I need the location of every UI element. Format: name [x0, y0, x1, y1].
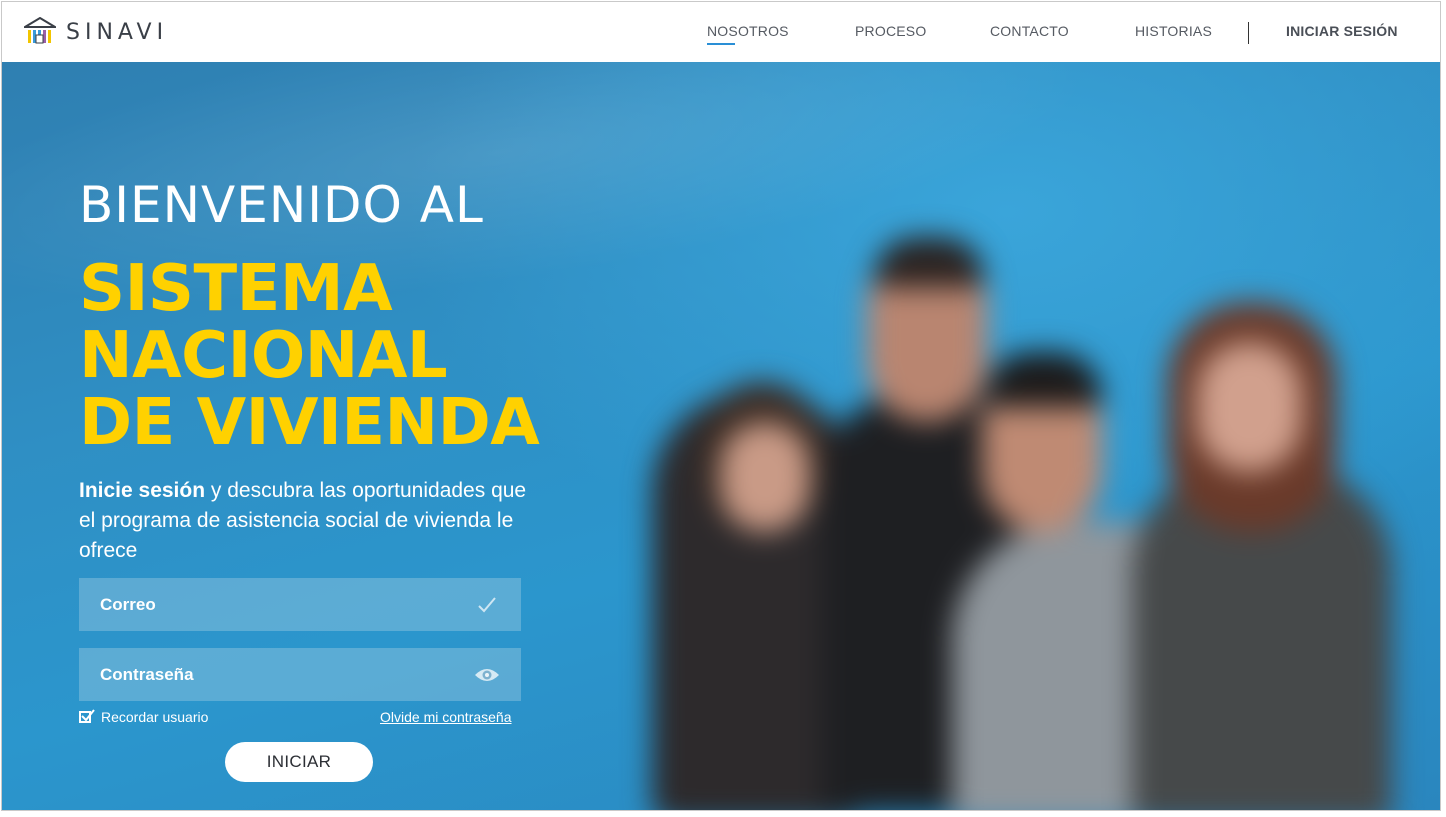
nav-item-historias[interactable]: HISTORIAS [1135, 23, 1212, 39]
nav-item-nosotros[interactable]: NOSOTROS [707, 23, 789, 45]
nav-item-contacto[interactable]: CONTACTO [990, 23, 1069, 39]
check-icon [474, 592, 500, 618]
nav-divider [1248, 22, 1249, 44]
top-nav-bar: SINAVI NOSOTROS PROCESO CONTACTO HISTORI… [2, 2, 1440, 62]
brand-name: SINAVI [66, 19, 169, 45]
house-bars-icon [24, 17, 56, 44]
headline-line-3: DE VIVIENDA [79, 386, 540, 460]
email-placeholder: Correo [100, 594, 156, 614]
checkbox-box[interactable] [79, 709, 95, 723]
headline-line-2: NACIONAL [79, 319, 448, 393]
remember-me-label: Recordar usuario [101, 709, 209, 725]
headline: SISTEMA NACIONAL DE VIVIENDA [79, 252, 540, 460]
welcome-heading: BIENVENIDO AL [79, 176, 484, 234]
forgot-password-link[interactable]: Olvide mi contraseña [380, 709, 512, 725]
main-nav: NOSOTROS PROCESO CONTACTO HISTORIAS INIC… [680, 2, 1440, 62]
nav-login-link[interactable]: INICIAR SESIÓN [1286, 23, 1398, 39]
intro-text: Inicie sesión y descubra las oportunidad… [79, 476, 539, 566]
remember-me-checkbox[interactable]: Recordar usuario [79, 709, 208, 725]
page-frame: SINAVI NOSOTROS PROCESO CONTACTO HISTORI… [1, 1, 1441, 811]
hero-section: BIENVENIDO AL SISTEMA NACIONAL DE VIVIEN… [2, 62, 1440, 810]
login-submit-button[interactable]: INICIAR [225, 742, 373, 782]
nav-item-proceso[interactable]: PROCESO [855, 23, 926, 39]
password-placeholder: Contraseña [100, 664, 194, 684]
email-field[interactable]: Correo [79, 578, 521, 631]
eye-icon[interactable] [474, 662, 500, 688]
brand-logo[interactable]: SINAVI [24, 17, 168, 47]
intro-bold: Inicie sesión [79, 479, 206, 502]
password-field[interactable]: Contraseña [79, 648, 521, 701]
headline-line-1: SISTEMA [79, 252, 393, 326]
